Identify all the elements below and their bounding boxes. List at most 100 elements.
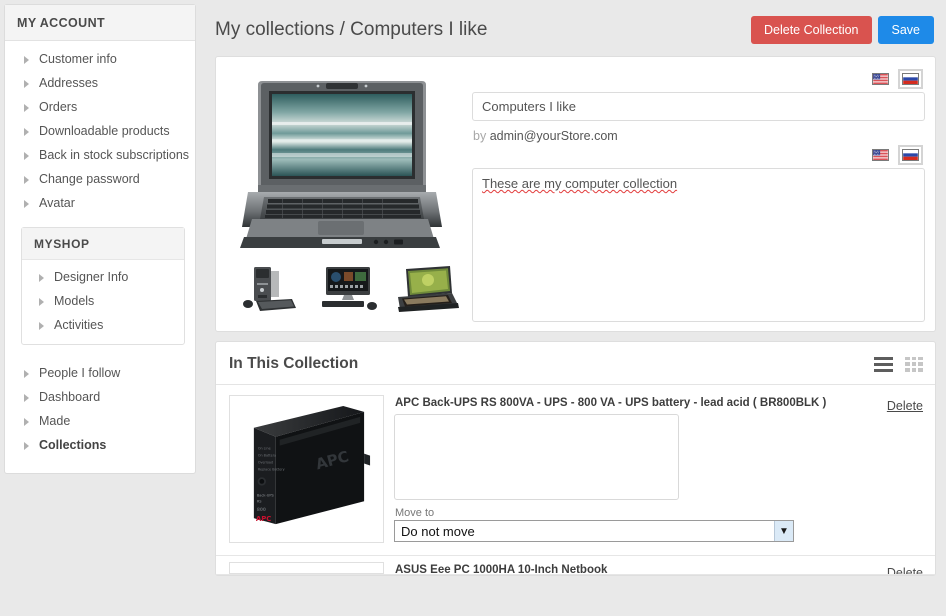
collection-hero-image [226, 67, 458, 257]
sidebar-item-label: Change password [39, 172, 140, 186]
svg-text:800: 800 [257, 507, 266, 513]
sidebar-item-customer-info[interactable]: Customer info [5, 47, 195, 71]
language-flag-us-wrapper-desc[interactable] [868, 145, 893, 165]
sidebar-item-made[interactable]: Made [5, 409, 195, 433]
sidebar-item-label: Dashboard [39, 390, 101, 404]
product-note-textarea[interactable] [394, 414, 679, 500]
collection-thumbnails [226, 257, 464, 325]
in-this-collection-panel: In This Collection APC On Line On Batter… [215, 341, 936, 576]
collection-name-input[interactable] [472, 92, 925, 121]
sidebar-item-label: Designer Info [54, 270, 129, 284]
collection-fields: by admin@yourStore.com [464, 67, 925, 325]
move-to-selected-value: Do not move [401, 523, 475, 539]
language-flag-ru-wrapper-desc[interactable] [898, 145, 923, 165]
chevron-right-icon [23, 103, 32, 112]
sidebar-item-change-password[interactable]: Change password [5, 167, 195, 191]
chevron-right-icon [23, 55, 32, 64]
collection-media [226, 67, 464, 325]
in-this-collection-title: In This Collection [229, 355, 359, 372]
svg-text:Overload: Overload [258, 461, 273, 465]
sidebar-item-avatar[interactable]: Avatar [5, 191, 195, 215]
svg-text:APC: APC [256, 515, 272, 523]
sidebar-item-label: Downloadable products [39, 124, 170, 138]
chevron-right-icon [23, 393, 32, 402]
sidebar-myshop-title: MYSHOP [22, 228, 184, 260]
collection-editor-panel: by admin@yourStore.com [215, 56, 936, 332]
title-language-flags [472, 69, 925, 89]
chevron-right-icon [38, 273, 47, 282]
grid-view-icon[interactable] [905, 356, 923, 372]
svg-text:RS: RS [257, 499, 262, 503]
table-row: ASUS Eee PC 1000HA 10-Inch Netbook Delet… [216, 556, 935, 575]
sidebar-item-activities[interactable]: Activities [22, 313, 184, 337]
sidebar-item-label: Activities [54, 318, 104, 332]
sidebar-item-label: Customer info [39, 52, 117, 66]
chevron-right-icon [38, 321, 47, 330]
collection-description-textarea[interactable]: These are my computer collection [472, 168, 925, 322]
product-image-apc-ups: APC On Line On Battery Overload Replace … [232, 398, 381, 540]
product-details: APC Back-UPS RS 800VA - UPS - 800 VA - U… [384, 395, 843, 543]
collection-editor-body: by admin@yourStore.com [216, 57, 935, 331]
svg-text:Replace Battery: Replace Battery [258, 467, 285, 471]
sidebar-item-collections[interactable]: Collections [5, 433, 195, 457]
main-content: My collections / Computers I like Delete… [206, 0, 946, 616]
sidebar-item-label: Collections [39, 438, 107, 452]
thumbnail-all-in-one[interactable] [312, 263, 384, 315]
sidebar-item-back-in-stock-subscriptions[interactable]: Back in stock subscriptions [5, 143, 195, 167]
chevron-right-icon [23, 441, 32, 450]
svg-text:Back-UPS: Back-UPS [257, 493, 275, 497]
chevron-right-icon [23, 199, 32, 208]
flag-us-icon [872, 149, 889, 161]
delete-product-link[interactable]: Delete [887, 566, 923, 574]
sidebar-item-orders[interactable]: Orders [5, 95, 195, 119]
chevron-right-icon [23, 369, 32, 378]
sidebar: MY ACCOUNT Customer info Addresses Order… [4, 4, 196, 474]
flag-ru-icon [902, 73, 919, 85]
sidebar-item-label: Made [39, 414, 71, 428]
flag-us-icon [872, 73, 889, 85]
chevron-right-icon [38, 297, 47, 306]
description-language-flags [472, 145, 925, 165]
language-flag-ru-wrapper[interactable] [898, 69, 923, 89]
move-to-label: Move to [395, 507, 435, 519]
sidebar-item-downloadable-products[interactable]: Downloadable products [5, 119, 195, 143]
move-to-select[interactable]: Do not move ▼ [394, 520, 794, 542]
in-this-collection-header: In This Collection [216, 342, 935, 385]
sidebar-myshop-nav: Designer Info Models Activities [22, 260, 184, 344]
sidebar-item-label: People I follow [39, 366, 121, 380]
page-title: My collections / Computers I like [215, 19, 488, 40]
sidebar-nav-primary: Customer info Addresses Orders Downloada… [5, 41, 195, 223]
sidebar-item-people-i-follow[interactable]: People I follow [5, 361, 195, 385]
chevron-right-icon [23, 417, 32, 426]
byline-prefix: by [473, 129, 487, 143]
save-button[interactable]: Save [877, 15, 934, 45]
delete-collection-button[interactable]: Delete Collection [751, 15, 872, 45]
product-image-box[interactable] [229, 562, 384, 574]
sidebar-item-label: Addresses [39, 76, 99, 90]
table-row: APC On Line On Battery Overload Replace … [216, 385, 935, 556]
collection-description-text: These are my computer collection [482, 176, 678, 191]
product-image-box[interactable]: APC On Line On Battery Overload Replace … [229, 395, 384, 543]
page-root: MY ACCOUNT Customer info Addresses Order… [0, 0, 946, 616]
svg-text:On Line: On Line [258, 447, 271, 451]
delete-product-link[interactable]: Delete [887, 399, 923, 413]
chevron-right-icon [23, 175, 32, 184]
svg-text:On Battery: On Battery [258, 454, 276, 458]
product-actions: Delete [843, 395, 923, 543]
view-toggle-group [874, 356, 923, 372]
flag-ru-icon [902, 149, 919, 161]
sidebar-item-addresses[interactable]: Addresses [5, 71, 195, 95]
chevron-right-icon [23, 79, 32, 88]
sidebar-item-designer-info[interactable]: Designer Info [22, 265, 184, 289]
sidebar-item-dashboard[interactable]: Dashboard [5, 385, 195, 409]
sidebar-item-label: Back in stock subscriptions [39, 148, 190, 162]
byline-author: admin@yourStore.com [489, 129, 618, 143]
thumbnail-notebook[interactable] [390, 263, 462, 315]
sidebar-item-models[interactable]: Models [22, 289, 184, 313]
language-flag-us-wrapper[interactable] [868, 69, 893, 89]
product-name: APC Back-UPS RS 800VA - UPS - 800 VA - U… [395, 397, 827, 409]
chevron-right-icon [23, 127, 32, 136]
list-view-icon[interactable] [874, 356, 893, 372]
thumbnail-desktop-tower[interactable] [234, 263, 306, 315]
sidebar-nav-secondary: People I follow Dashboard Made Collectio… [5, 351, 195, 473]
